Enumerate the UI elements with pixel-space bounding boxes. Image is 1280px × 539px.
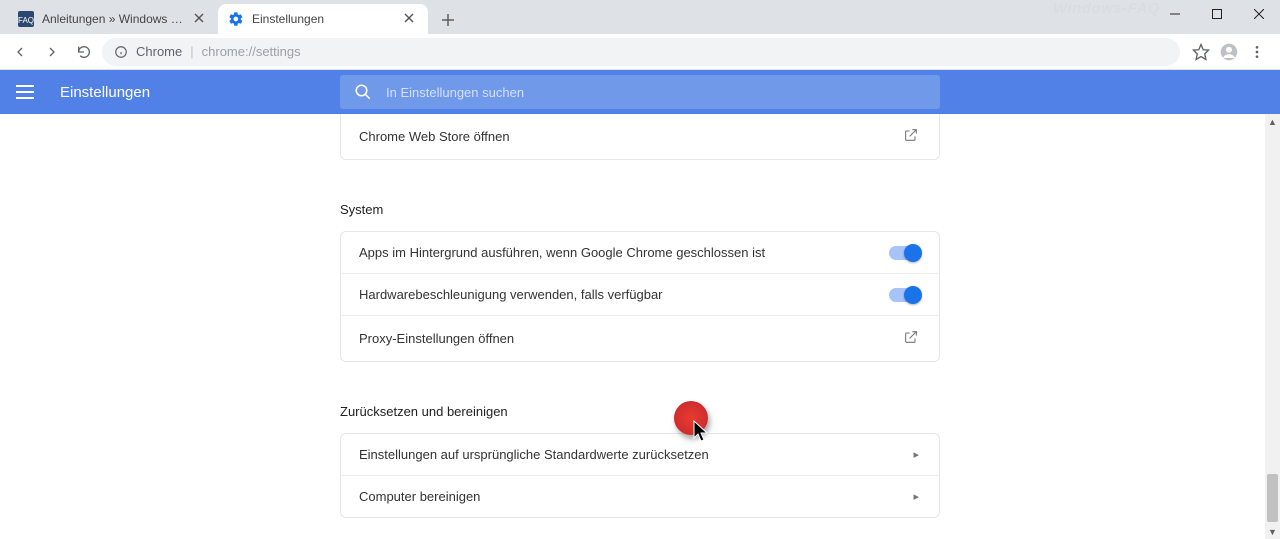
- row-label: Einstellungen auf ursprüngliche Standard…: [359, 447, 913, 462]
- back-button[interactable]: [6, 38, 34, 66]
- address-bar[interactable]: Chrome | chrome://settings: [102, 38, 1180, 66]
- url-segment-path: chrome://settings: [202, 44, 301, 59]
- row-label: Computer bereinigen: [359, 489, 913, 504]
- minimize-button[interactable]: [1154, 0, 1196, 28]
- maximize-button[interactable]: [1196, 0, 1238, 28]
- cursor-icon: [693, 420, 711, 449]
- site-info-icon[interactable]: [114, 45, 128, 59]
- section-title-system: System: [340, 184, 940, 231]
- tab-einstellungen[interactable]: Einstellungen: [218, 4, 428, 34]
- forward-button[interactable]: [38, 38, 66, 66]
- tab-title: Anleitungen » Windows FAQ: [42, 12, 186, 26]
- settings-search-input[interactable]: In Einstellungen suchen: [340, 75, 940, 109]
- settings-content: Chrome Web Store öffnen System Apps im H…: [0, 114, 1280, 539]
- close-icon[interactable]: [404, 12, 418, 26]
- bookmark-star-icon[interactable]: [1192, 43, 1210, 61]
- toggle-hardware-accel[interactable]: [889, 288, 919, 302]
- window-controls: [1154, 0, 1280, 28]
- row-reset-defaults[interactable]: Einstellungen auf ursprüngliche Standard…: [341, 434, 939, 476]
- scroll-down-button[interactable]: ▼: [1265, 524, 1280, 539]
- svg-text:FAQ: FAQ: [18, 16, 34, 25]
- new-tab-button[interactable]: [434, 6, 462, 34]
- tab-anleitungen[interactable]: FAQ Anleitungen » Windows FAQ: [8, 4, 218, 34]
- row-proxy-settings[interactable]: Proxy-Einstellungen öffnen: [341, 316, 939, 361]
- section-title-reset: Zurücksetzen und bereinigen: [340, 386, 940, 433]
- url-separator: |: [190, 44, 193, 59]
- url-segment-scheme: Chrome: [136, 44, 182, 59]
- favicon-faq: FAQ: [18, 11, 34, 27]
- gear-icon: [228, 11, 244, 27]
- row-clean-computer[interactable]: Computer bereinigen ▸: [341, 476, 939, 517]
- browser-toolbar: Chrome | chrome://settings: [0, 34, 1280, 70]
- vertical-scrollbar[interactable]: ▲ ▼: [1265, 114, 1280, 539]
- external-link-icon: [903, 329, 919, 348]
- row-background-apps[interactable]: Apps im Hintergrund ausführen, wenn Goog…: [341, 232, 939, 274]
- toggle-background-apps[interactable]: [889, 246, 919, 260]
- page-title: Einstellungen: [60, 84, 150, 101]
- tab-title: Einstellungen: [252, 12, 396, 26]
- row-label: Chrome Web Store öffnen: [359, 129, 903, 144]
- row-open-web-store[interactable]: Chrome Web Store öffnen: [341, 114, 939, 159]
- row-label: Proxy-Einstellungen öffnen: [359, 331, 903, 346]
- watermark-text: Windows-FAQ: [1053, 0, 1160, 17]
- row-label: Hardwarebeschleunigung verwenden, falls …: [359, 287, 889, 302]
- scroll-thumb[interactable]: [1267, 474, 1278, 522]
- chevron-right-icon: ▸: [913, 448, 919, 461]
- close-icon[interactable]: [194, 12, 208, 26]
- card-reset: Einstellungen auf ursprüngliche Standard…: [340, 433, 940, 518]
- menu-dots-icon[interactable]: [1248, 43, 1266, 61]
- settings-header: Einstellungen In Einstellungen suchen: [0, 70, 1280, 114]
- close-window-button[interactable]: [1238, 0, 1280, 28]
- card-extensions: Chrome Web Store öffnen: [340, 114, 940, 160]
- row-hardware-accel[interactable]: Hardwarebeschleunigung verwenden, falls …: [341, 274, 939, 316]
- external-link-icon: [903, 127, 919, 146]
- chevron-right-icon: ▸: [913, 490, 919, 503]
- hamburger-menu-icon[interactable]: [16, 80, 40, 104]
- scroll-up-button[interactable]: ▲: [1265, 114, 1280, 129]
- search-placeholder: In Einstellungen suchen: [386, 85, 524, 100]
- search-icon: [354, 83, 372, 101]
- profile-avatar-icon[interactable]: [1220, 43, 1238, 61]
- reload-button[interactable]: [70, 38, 98, 66]
- card-system: Apps im Hintergrund ausführen, wenn Goog…: [340, 231, 940, 362]
- row-label: Apps im Hintergrund ausführen, wenn Goog…: [359, 245, 889, 260]
